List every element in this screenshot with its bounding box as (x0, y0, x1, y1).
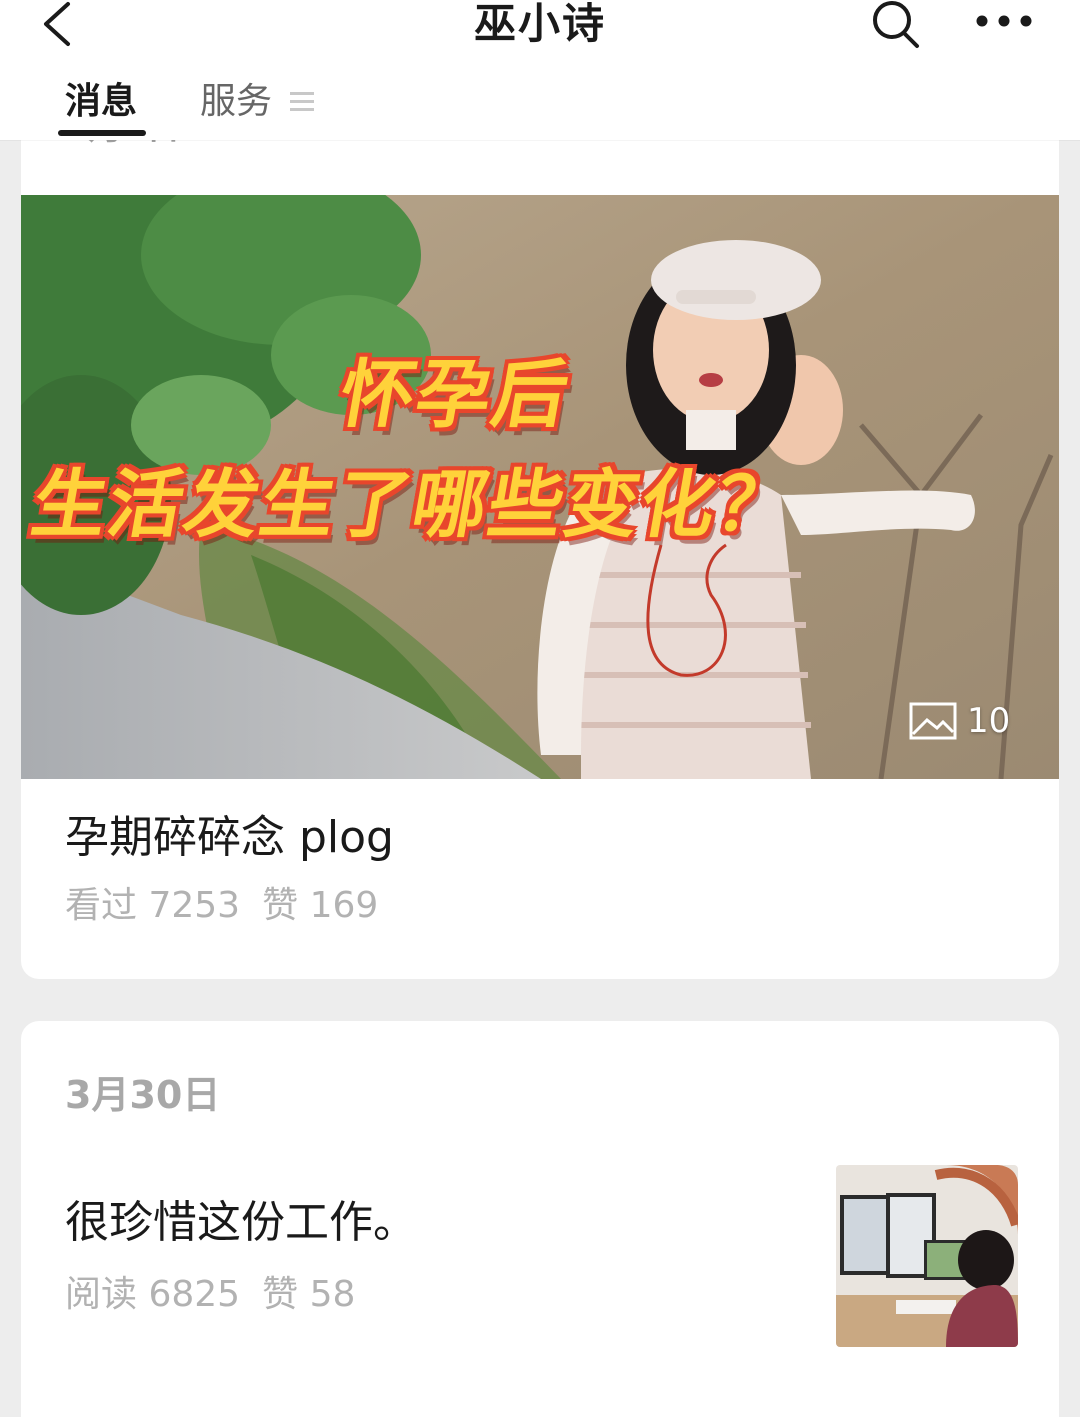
article-card[interactable]: 4月2日 (21, 130, 1059, 979)
article-card[interactable]: 3月30日 很珍惜这份工作。 阅读 6825 赞 58 (21, 1021, 1059, 1417)
post-title[interactable]: 孕期碎碎念 plog (65, 810, 394, 866)
image-count: 10 (967, 701, 1011, 741)
cover-image[interactable]: 怀孕后 生活发生了哪些变化？ 10 (21, 195, 1059, 779)
cover-photo (21, 195, 1059, 779)
active-tab-indicator (58, 130, 146, 136)
search-icon (873, 1, 919, 48)
likes-label: 赞 58 (262, 1274, 356, 1315)
tab-messages[interactable]: 消息 (65, 78, 137, 126)
reads-label: 阅读 6825 (65, 1274, 241, 1315)
post-stats: 阅读 6825 赞 58 (65, 1273, 355, 1317)
post-title[interactable]: 很珍惜这份工作。 (65, 1195, 417, 1251)
more-dots-icon (976, 15, 1032, 27)
post-date: 3月30日 (65, 1073, 221, 1117)
views-label: 看过 7253 (65, 885, 241, 926)
post-stats: 看过 7253 赞 169 (65, 884, 378, 928)
menu-lines-icon[interactable] (290, 90, 314, 114)
more-options-button[interactable] (972, 0, 1036, 50)
back-button[interactable] (30, 0, 90, 50)
chevron-left-icon (44, 2, 70, 46)
tab-services[interactable]: 服务 (200, 78, 272, 126)
likes-label: 赞 169 (262, 885, 379, 926)
thumbnail-photo (836, 1165, 1018, 1347)
top-nav-bar: 巫小诗 消息 服务 (0, 0, 1080, 140)
image-count-badge: 10 (909, 699, 1010, 743)
search-button[interactable] (866, 0, 924, 50)
image-icon (909, 702, 957, 740)
post-thumbnail[interactable] (836, 1165, 1018, 1347)
